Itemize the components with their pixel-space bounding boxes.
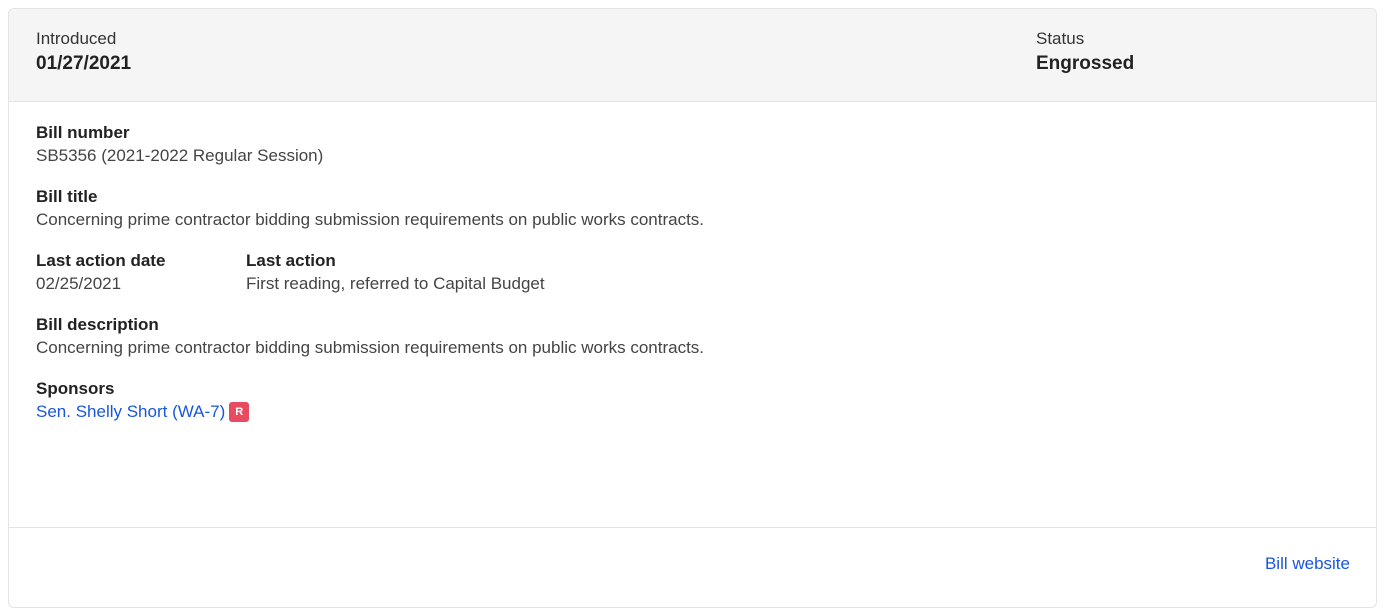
last-action-date-field: Last action date 02/25/2021 bbox=[36, 250, 246, 296]
bill-title-label: Bill title bbox=[36, 187, 98, 206]
sponsor-link[interactable]: Sen. Shelly Short (WA-7) bbox=[36, 402, 225, 421]
status-value: Engrossed bbox=[1036, 53, 1135, 74]
last-action-label: Last action bbox=[246, 251, 336, 270]
introduced-label: Introduced bbox=[36, 29, 117, 48]
status-block: Status Engrossed bbox=[1036, 27, 1134, 77]
bill-website-link[interactable]: Bill website bbox=[1265, 554, 1350, 574]
last-action-date-label: Last action date bbox=[36, 251, 166, 270]
bill-header: Introduced 01/27/2021 Status Engrossed bbox=[9, 9, 1376, 102]
bill-number-field: Bill number SB5356 (2021-2022 Regular Se… bbox=[36, 122, 1349, 168]
bill-number-value: SB5356 (2021-2022 Regular Session) bbox=[36, 146, 324, 165]
sponsor-list: Sen. Shelly Short (WA-7) R bbox=[36, 400, 1349, 424]
last-action-date-value: 02/25/2021 bbox=[36, 274, 122, 293]
last-action-field: Last action First reading, referred to C… bbox=[246, 250, 545, 296]
bill-description-field: Bill description Concerning prime contra… bbox=[36, 314, 1349, 360]
bill-title-value: Concerning prime contractor bidding subm… bbox=[36, 210, 705, 229]
introduced-date: 01/27/2021 bbox=[36, 53, 132, 74]
last-action-row: Last action date 02/25/2021 Last action … bbox=[36, 250, 1349, 296]
sponsors-label: Sponsors bbox=[36, 379, 115, 398]
bill-card: Introduced 01/27/2021 Status Engrossed B… bbox=[8, 8, 1377, 608]
last-action-value: First reading, referred to Capital Budge… bbox=[246, 274, 545, 293]
introduced-block: Introduced 01/27/2021 bbox=[36, 27, 131, 77]
sponsors-field: Sponsors Sen. Shelly Short (WA-7) R bbox=[36, 378, 1349, 424]
party-badge: R bbox=[229, 402, 250, 422]
bill-description-value: Concerning prime contractor bidding subm… bbox=[36, 338, 705, 357]
bill-details: Bill number SB5356 (2021-2022 Regular Se… bbox=[9, 102, 1376, 424]
bill-number-label: Bill number bbox=[36, 123, 130, 142]
status-label: Status bbox=[1036, 29, 1085, 48]
bill-title-field: Bill title Concerning prime contractor b… bbox=[36, 186, 1349, 232]
bill-description-label: Bill description bbox=[36, 315, 159, 334]
